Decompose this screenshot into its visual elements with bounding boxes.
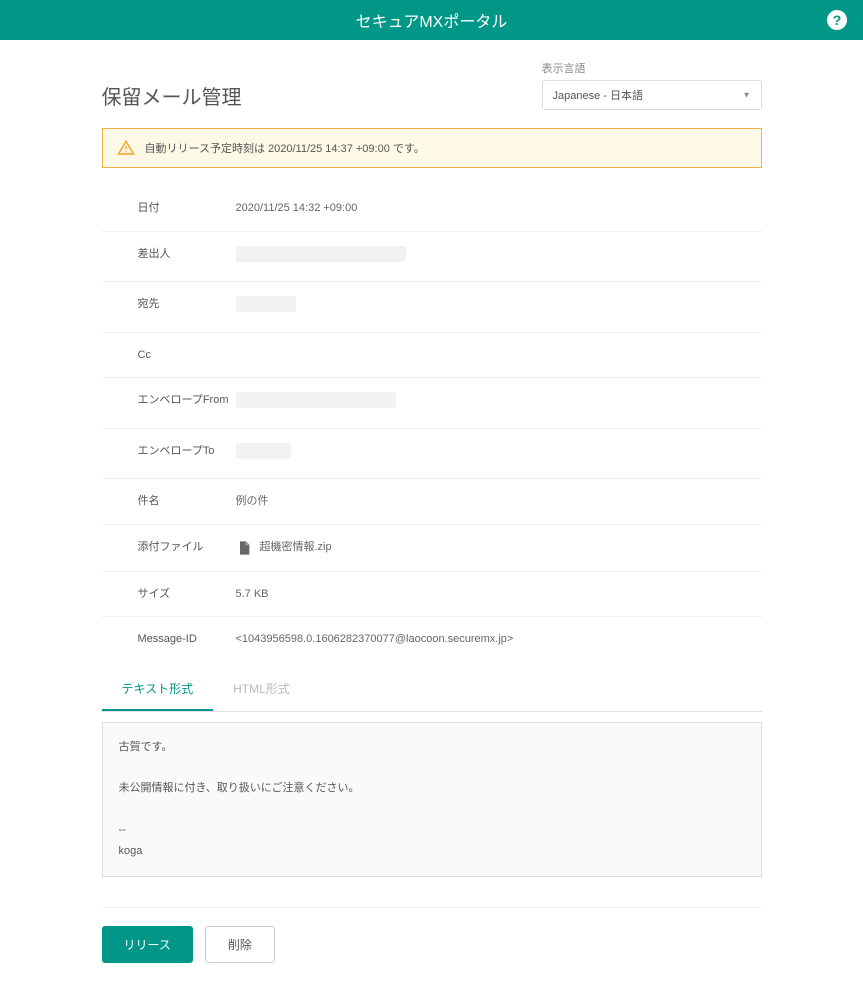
delete-button[interactable]: 削除: [205, 926, 275, 963]
env-to-label: エンベロープTo: [138, 443, 236, 465]
date-value: 2020/11/25 14:32 +09:00: [236, 200, 732, 217]
release-button[interactable]: リリース: [102, 926, 193, 963]
tab-text[interactable]: テキスト形式: [102, 668, 214, 711]
to-label: 宛先: [138, 296, 236, 318]
env-to-value: [236, 443, 732, 465]
language-value: Japanese - 日本語: [553, 90, 643, 102]
file-icon: [236, 539, 252, 557]
to-value: [236, 296, 732, 318]
notice-text: 自動リリース予定時刻は 2020/11/25 14:37 +09:00 です。: [145, 140, 425, 156]
notice-banner: 自動リリース予定時刻は 2020/11/25 14:37 +09:00 です。: [102, 128, 762, 168]
action-footer: リリース 削除: [102, 907, 762, 981]
help-icon[interactable]: ?: [827, 10, 847, 30]
subject-value: 例の件: [236, 493, 732, 510]
language-select[interactable]: Japanese - 日本語: [542, 80, 762, 110]
msgid-value: <1043956598.0.1606282370077@laocoon.secu…: [236, 631, 732, 648]
size-label: サイズ: [138, 586, 236, 603]
tab-html[interactable]: HTML形式: [213, 668, 310, 711]
env-from-value: [236, 392, 732, 414]
cc-value: [236, 347, 732, 364]
from-label: 差出人: [138, 246, 236, 268]
size-value: 5.7 KB: [236, 586, 732, 603]
body-tabs: テキスト形式 HTML形式: [102, 668, 762, 712]
env-from-label: エンベロープFrom: [138, 392, 236, 414]
attachment-label: 添付ファイル: [138, 539, 236, 557]
date-label: 日付: [138, 200, 236, 217]
attachment-filename[interactable]: 超機密情報.zip: [260, 539, 332, 556]
language-label: 表示言語: [542, 60, 762, 76]
mail-details: 日付 2020/11/25 14:32 +09:00 差出人 宛先 Cc エンベ…: [102, 186, 762, 662]
msgid-label: Message-ID: [138, 631, 236, 648]
mail-body: 古賀です。 未公開情報に付き、取り扱いにご注意ください。 -- koga: [102, 722, 762, 877]
subject-label: 件名: [138, 493, 236, 510]
cc-label: Cc: [138, 347, 236, 364]
app-title: セキュアMXポータル: [356, 8, 508, 32]
app-header: セキュアMXポータル ?: [0, 0, 863, 40]
from-value: [236, 246, 732, 268]
warning-icon: [117, 139, 135, 157]
page-title: 保留メール管理: [102, 81, 242, 110]
